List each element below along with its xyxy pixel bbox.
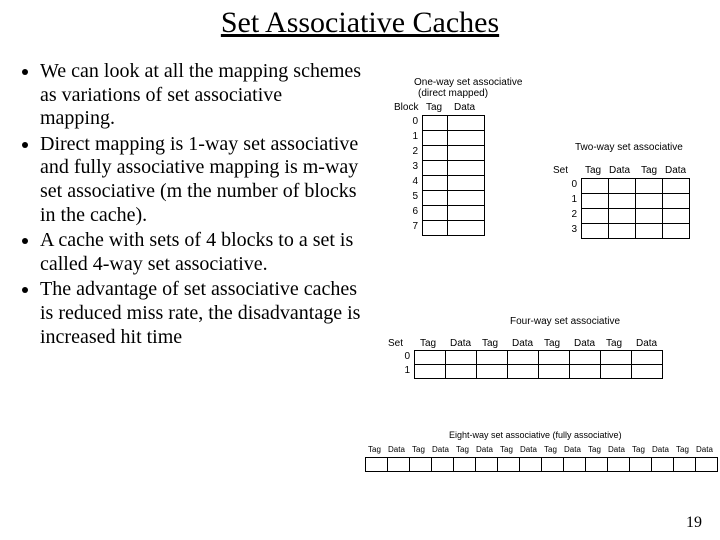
row-label: 5 xyxy=(406,191,418,202)
row-label: 4 xyxy=(406,176,418,187)
col-header-tag: Tag xyxy=(585,165,601,176)
col-header-set: Set xyxy=(553,165,568,176)
col-header-data: Data xyxy=(512,338,533,349)
col-header-tag: Tag xyxy=(544,445,557,454)
row-label: 0 xyxy=(565,179,577,190)
col-header-set: Set xyxy=(388,338,403,349)
row-label: 1 xyxy=(565,194,577,205)
figure-eight-way: Eight-way set associative (fully associa… xyxy=(365,430,720,500)
figure-subtitle: (direct mapped) xyxy=(418,88,488,99)
col-header-tag: Tag xyxy=(426,102,442,113)
col-header-data: Data xyxy=(696,445,713,454)
col-header-data: Data xyxy=(636,338,657,349)
cache-grid xyxy=(414,350,663,379)
page-number: 19 xyxy=(686,514,702,532)
col-header-data: Data xyxy=(520,445,537,454)
figure-one-way: One-way set associative (direct mapped) … xyxy=(370,90,555,245)
col-header-tag: Tag xyxy=(456,445,469,454)
col-header-tag: Tag xyxy=(632,445,645,454)
cache-grid xyxy=(581,178,690,239)
col-header-data: Data xyxy=(432,445,449,454)
row-label: 7 xyxy=(406,221,418,232)
col-header-data: Data xyxy=(388,445,405,454)
cache-grid xyxy=(365,457,718,472)
figure-title: Two-way set associative xyxy=(575,142,683,153)
row-label: 3 xyxy=(565,224,577,235)
cache-grid xyxy=(422,115,485,236)
row-label: 2 xyxy=(565,209,577,220)
col-header-data: Data xyxy=(574,338,595,349)
figure-four-way: Four-way set associative Set Tag Data Ta… xyxy=(400,320,720,410)
body-text: We can look at all the mapping schemes a… xyxy=(22,60,362,351)
col-header-data: Data xyxy=(476,445,493,454)
row-label: 1 xyxy=(406,131,418,142)
bullet-item: The advantage of set associative caches … xyxy=(40,278,362,349)
col-header-tag: Tag xyxy=(368,445,381,454)
figure-title: Eight-way set associative (fully associa… xyxy=(449,430,622,440)
bullet-item: A cache with sets of 4 blocks to a set i… xyxy=(40,229,362,276)
figure-title: Four-way set associative xyxy=(510,316,620,327)
slide-title: Set Associative Caches xyxy=(0,6,720,40)
col-header-tag: Tag xyxy=(482,338,498,349)
col-header-data: Data xyxy=(564,445,581,454)
col-header-tag: Tag xyxy=(676,445,689,454)
row-label: 2 xyxy=(406,146,418,157)
row-label: 1 xyxy=(398,365,410,376)
row-label: 0 xyxy=(406,116,418,127)
col-header-tag: Tag xyxy=(588,445,601,454)
col-header-data: Data xyxy=(608,445,625,454)
col-header-tag: Tag xyxy=(420,338,436,349)
col-header-tag: Tag xyxy=(412,445,425,454)
col-header-tag: Tag xyxy=(500,445,513,454)
col-header-data: Data xyxy=(609,165,630,176)
bullet-item: We can look at all the mapping schemes a… xyxy=(40,60,362,131)
col-header-data: Data xyxy=(450,338,471,349)
col-header-tag: Tag xyxy=(606,338,622,349)
col-header-tag: Tag xyxy=(544,338,560,349)
col-header-tag: Tag xyxy=(641,165,657,176)
row-label: 3 xyxy=(406,161,418,172)
row-label: 6 xyxy=(406,206,418,217)
col-header-data: Data xyxy=(652,445,669,454)
slide: Set Associative Caches We can look at al… xyxy=(0,0,720,540)
col-header-data: Data xyxy=(665,165,686,176)
col-header-block: Block xyxy=(394,102,418,113)
row-label: 0 xyxy=(398,351,410,362)
bullet-item: Direct mapping is 1-way set associative … xyxy=(40,133,362,227)
figure-two-way: Two-way set associative Set Tag Data Tag… xyxy=(555,150,715,270)
col-header-data: Data xyxy=(454,102,475,113)
figure-title: One-way set associative xyxy=(414,77,522,88)
